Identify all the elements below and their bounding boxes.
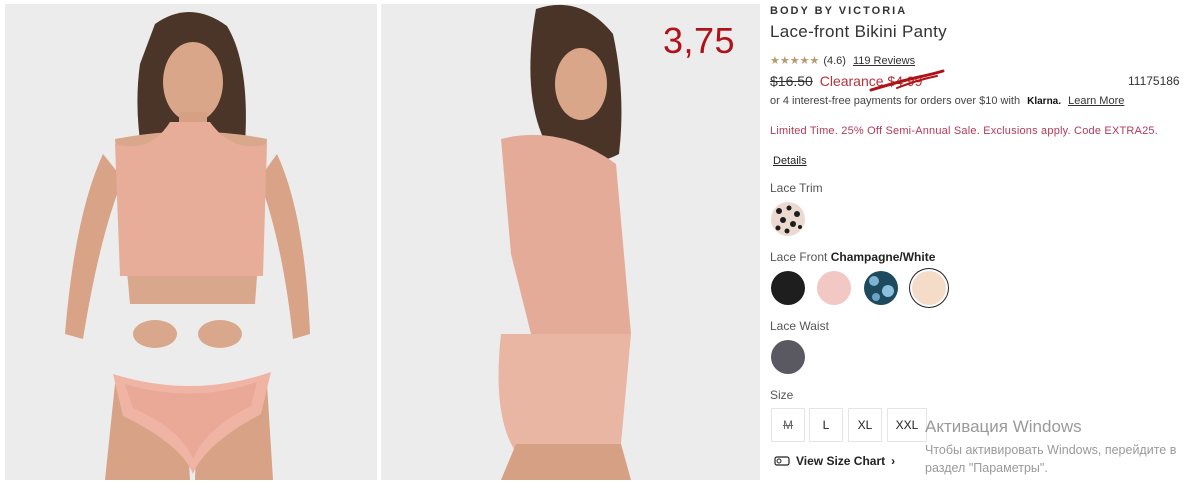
swatch-lace-front-teal-floral[interactable] [864,271,898,305]
swatch-lace-trim-leopard[interactable] [771,202,805,236]
model-front-illustration [5,4,377,480]
chevron-right-icon: › [891,454,896,468]
lace-front-label: Lace Front Champagne/White [770,250,935,264]
model-back-illustration [381,4,760,480]
swatch-lace-front-pink[interactable] [817,271,851,305]
learn-more-link[interactable]: Learn More [1068,95,1124,107]
floral-pattern-icon [869,276,894,301]
product-info-panel: BODY BY VICTORIA Lace-front Bikini Panty… [770,0,1190,484]
leopard-pattern-icon [775,205,802,234]
size-button-xxl[interactable]: XXL [887,408,927,442]
size-chart-text: View Size Chart [796,454,886,468]
product-photo-front[interactable] [5,4,377,480]
size-button-m[interactable]: M [771,408,805,442]
product-title: Lace-front Bikini Panty [770,22,947,41]
brand-name: BODY BY VICTORIA [770,5,908,17]
swatch-lace-front-champagne-white[interactable] [912,271,946,305]
rating-row: ★★★★★ (4.6) 119 Reviews [770,54,915,68]
size-chart-link[interactable]: View Size Chart › [774,454,895,468]
star-rating-icon: ★★★★★ [770,55,820,67]
size-label: Size [770,388,794,402]
lace-front-selected-color: Champagne/White [830,250,936,264]
lace-waist-label: Lace Waist [770,319,829,333]
tape-measure-icon [774,456,790,466]
klarna-row: or 4 interest-free payments for orders o… [770,95,1124,107]
size-button-xl[interactable]: XL [848,408,882,442]
product-photo-back[interactable] [381,4,760,480]
original-price: $16.50 [770,73,813,89]
overlay-price-note: 3,75 [663,20,736,61]
rating-value: (4.6) [823,54,846,67]
windows-activation-title: Активация Windows [925,417,1082,436]
swatch-lace-front-black[interactable] [771,271,805,305]
reviews-link[interactable]: 119 Reviews [853,55,915,67]
swatch-lace-waist-charcoal[interactable] [771,340,805,374]
promo-message: Limited Time. 25% Off Semi-Annual Sale. … [770,125,1158,137]
klarna-logo: Klarna. [1027,96,1062,107]
product-sku: 11175186 [1128,74,1180,88]
price-row: $16.50 Clearance $4.99 11175186 [770,73,1180,89]
size-button-l[interactable]: L [809,408,843,442]
lace-front-label-text: Lace Front [770,250,828,264]
windows-activation-subtitle: Чтобы активировать Windows, перейдите в … [925,443,1177,475]
handwritten-strike-mark [869,69,945,92]
klarna-text: or 4 interest-free payments for orders o… [770,95,1021,107]
details-link[interactable]: Details [773,155,807,167]
lace-trim-label: Lace Trim [770,181,823,195]
